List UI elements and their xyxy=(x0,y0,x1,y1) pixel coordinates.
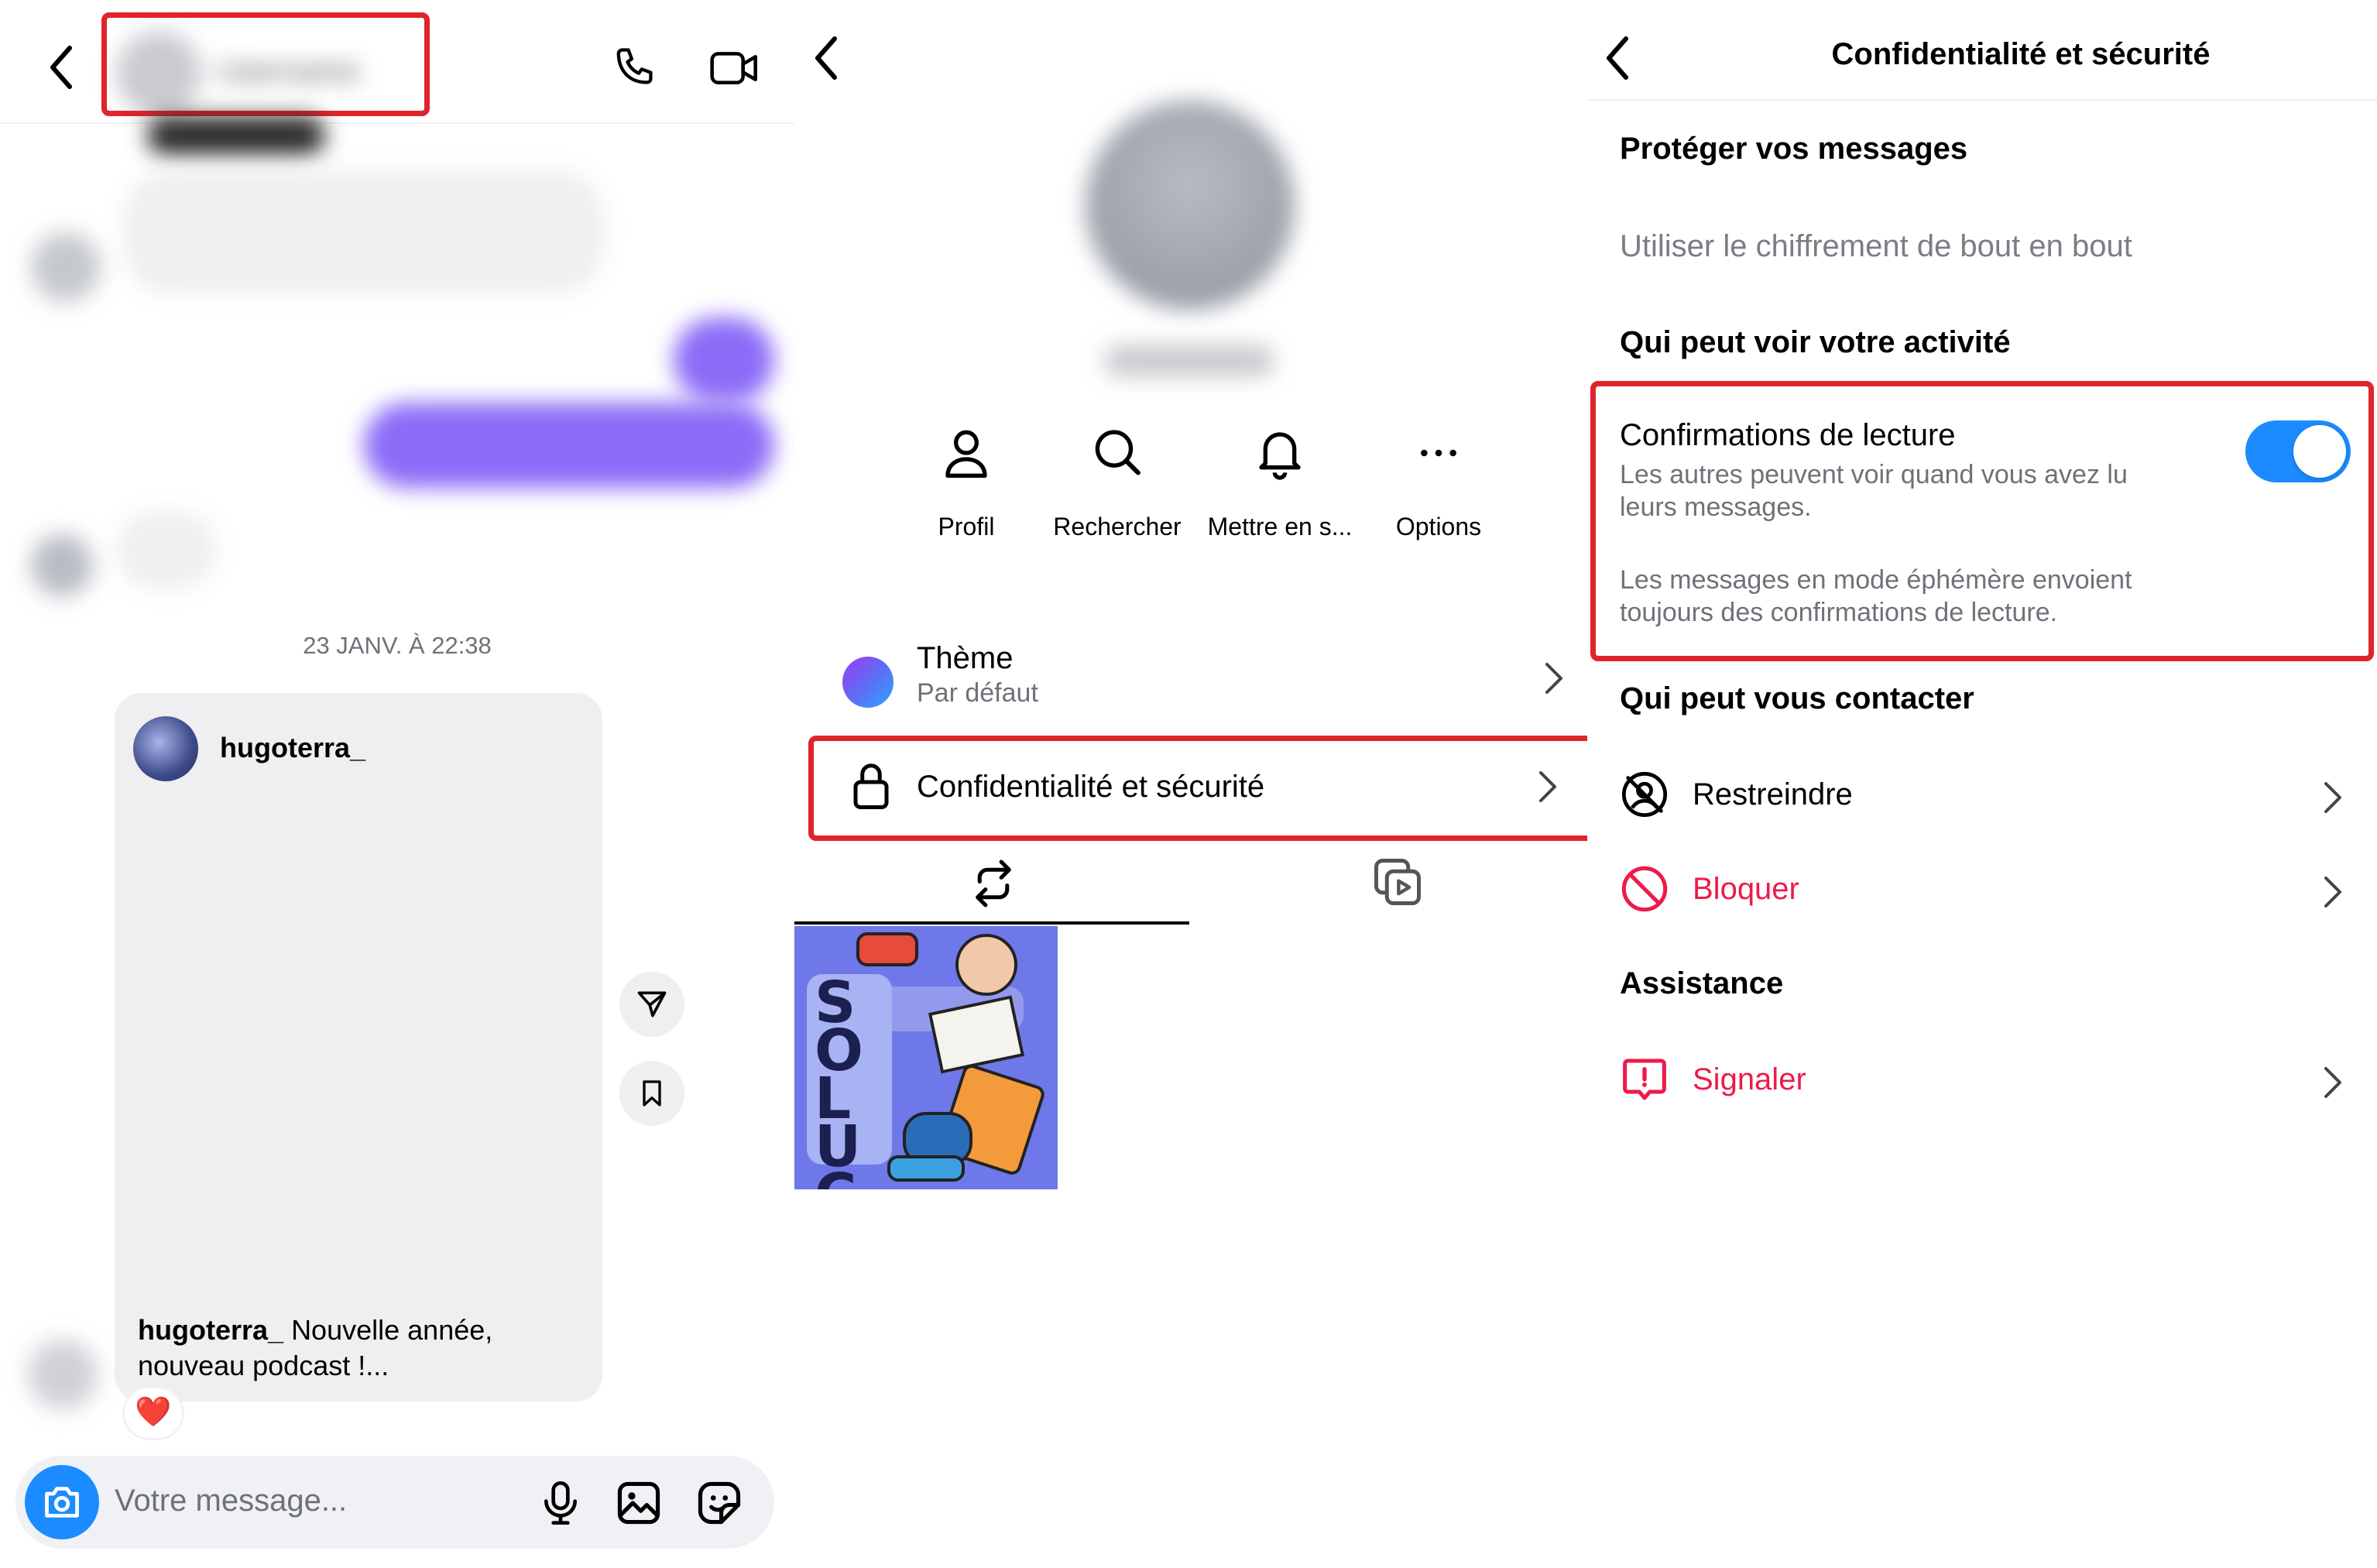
action-label: Rechercher xyxy=(1053,513,1182,540)
search-icon xyxy=(1092,426,1143,480)
chat-panel: Username 23 JANV. À 22:38 hugoterra_ hug… xyxy=(0,0,794,1568)
section-support: Assistance xyxy=(1620,966,1784,1000)
section-activity: Qui peut voir votre activité xyxy=(1620,325,2011,359)
note-line: Les messages en mode éphémère envoient xyxy=(1620,565,2132,595)
shared-post-card[interactable]: hugoterra_ hugoterra_ Nouvelle année, no… xyxy=(115,693,602,1402)
reaction-badge[interactable]: ❤️ xyxy=(122,1386,184,1440)
privacy-panel: Confidentialité et sécurité Protéger vos… xyxy=(1587,0,2377,1568)
restrict-icon xyxy=(1620,770,1669,819)
sent-message xyxy=(674,317,774,403)
phone-icon[interactable] xyxy=(609,43,658,93)
divider xyxy=(1587,99,2377,101)
received-message xyxy=(124,170,604,294)
contact-avatar[interactable] xyxy=(116,31,201,116)
sent-message xyxy=(364,403,774,488)
camera-icon xyxy=(42,1484,82,1521)
image-icon[interactable] xyxy=(615,1479,663,1527)
repost-icon xyxy=(969,858,1017,909)
action-label: Options xyxy=(1395,513,1482,540)
theme-subtitle: Par défaut xyxy=(917,678,1038,708)
profile-avatar xyxy=(1086,101,1295,310)
media-icon xyxy=(1372,856,1423,908)
chevron-right-icon xyxy=(2323,1064,2343,1101)
action-label: Profil xyxy=(938,513,995,540)
restrict-row[interactable]: Restreindre xyxy=(1587,759,2377,836)
chevron-left-icon[interactable] xyxy=(46,40,77,94)
chevron-left-icon[interactable] xyxy=(1603,31,1634,85)
toggle-knob xyxy=(2293,425,2346,478)
video-camera-icon[interactable] xyxy=(708,43,762,93)
ephemeral-note: Les messages en mode éphémère envoient t… xyxy=(1620,564,2132,629)
message-composer[interactable]: Votre message... xyxy=(15,1456,774,1549)
logo-text: SOLUCE xyxy=(815,969,863,1189)
action-options[interactable]: Options xyxy=(1377,426,1501,541)
block-icon xyxy=(1620,864,1669,914)
sticker-icon[interactable] xyxy=(695,1479,743,1527)
avatar xyxy=(28,1340,98,1409)
save-button[interactable] xyxy=(619,1061,684,1126)
post-caption: hugoterra_ Nouvelle année, nouveau podca… xyxy=(138,1312,571,1384)
avatar xyxy=(31,232,101,302)
lock-icon xyxy=(852,760,890,811)
action-mute[interactable]: Mettre en s... xyxy=(1199,426,1361,541)
tab-media[interactable] xyxy=(1189,849,1587,926)
read-receipts-title: Confirmations de lecture xyxy=(1620,418,1956,452)
contact-name[interactable]: Username xyxy=(217,54,364,88)
read-receipts-desc: Les autres peuvent voir quand vous avez … xyxy=(1620,458,2128,523)
chevron-left-icon[interactable] xyxy=(811,31,842,85)
character-head xyxy=(955,934,1017,996)
page-title: Confidentialité et sécurité xyxy=(1831,37,2211,71)
author-avatar[interactable] xyxy=(133,716,198,781)
desc-line: leurs messages. xyxy=(1620,492,1812,522)
bookmark-icon xyxy=(636,1076,667,1110)
person-icon xyxy=(942,426,991,480)
more-icon xyxy=(1414,426,1463,480)
action-profile[interactable]: Profil xyxy=(920,426,1013,541)
theme-swatch xyxy=(842,657,894,708)
tab-indicator xyxy=(794,921,1189,925)
tab-shared-posts[interactable] xyxy=(794,849,1189,926)
report-icon xyxy=(1620,1055,1669,1104)
details-panel: Profil Rechercher Mettre en s... Options… xyxy=(794,0,1587,1568)
theme-title: Thème xyxy=(917,641,1014,675)
shared-post-thumbnail[interactable]: SOLUCE xyxy=(794,926,1058,1189)
send-icon xyxy=(635,987,669,1021)
controller-red xyxy=(856,932,918,966)
note-line: toujours des confirmations de lecture. xyxy=(1620,598,2058,627)
report-row[interactable]: Signaler xyxy=(1587,1044,2377,1121)
restrict-label: Restreindre xyxy=(1693,777,1853,811)
encryption-option[interactable]: Utiliser le chiffrement de bout en bout xyxy=(1620,229,2132,264)
username xyxy=(1104,345,1274,376)
chevron-right-icon xyxy=(1544,660,1564,697)
share-button[interactable] xyxy=(619,972,684,1037)
avatar xyxy=(31,534,93,596)
chevron-right-icon xyxy=(2323,873,2343,911)
chevron-right-icon xyxy=(2323,779,2343,816)
action-label: Mettre en s... xyxy=(1207,513,1353,540)
section-contact: Qui peut vous contacter xyxy=(1620,681,1974,715)
camera-button[interactable] xyxy=(25,1465,99,1539)
report-label: Signaler xyxy=(1693,1062,1806,1096)
desc-line: Les autres peuvent voir quand vous avez … xyxy=(1620,460,2128,489)
controller-blue xyxy=(887,1155,965,1182)
message-input[interactable]: Votre message... xyxy=(115,1484,347,1518)
section-protect: Protéger vos messages xyxy=(1620,132,1968,166)
post-author[interactable]: hugoterra_ xyxy=(220,732,365,764)
caption-author: hugoterra_ xyxy=(138,1314,284,1346)
bell-icon xyxy=(1255,426,1305,480)
block-row[interactable]: Bloquer xyxy=(1587,853,2377,931)
privacy-row[interactable]: Confidentialité et sécurité xyxy=(810,743,1576,829)
blurred-media xyxy=(147,116,325,155)
action-search[interactable]: Rechercher xyxy=(1036,426,1199,541)
chat-header: Username xyxy=(0,0,794,124)
timestamp: 23 JANV. À 22:38 xyxy=(303,632,492,659)
block-label: Bloquer xyxy=(1693,872,1799,906)
privacy-title: Confidentialité et sécurité xyxy=(917,770,1265,804)
chevron-right-icon xyxy=(1538,768,1558,805)
theme-row[interactable]: Thème Par défaut xyxy=(810,641,1576,734)
read-receipts-toggle[interactable] xyxy=(2245,420,2351,482)
microphone-icon[interactable] xyxy=(539,1479,582,1527)
received-message xyxy=(116,511,217,588)
